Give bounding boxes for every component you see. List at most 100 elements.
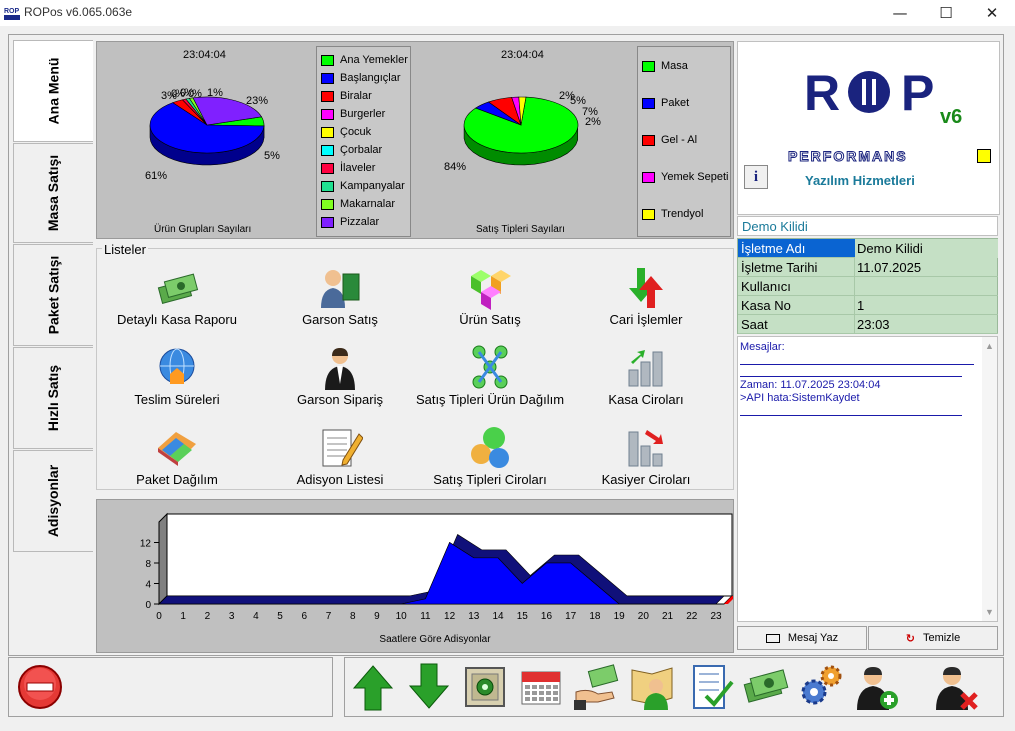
calendar-icon[interactable] <box>516 662 566 712</box>
tab-paket-satisi[interactable]: Paket Satışı <box>13 244 93 346</box>
report-notepad[interactable]: Adisyon Listesi <box>255 424 425 487</box>
safe-icon[interactable] <box>460 662 510 712</box>
legend-label: Ana Yemekler <box>340 54 408 66</box>
write-message-button[interactable]: Mesaj Yaz <box>737 626 867 650</box>
x-tick-label: 7 <box>326 611 332 622</box>
legend-swatch <box>321 108 334 120</box>
report-molecule[interactable]: Satış Tipleri Ürün Dağılım <box>405 344 575 407</box>
product-groups-legend: Ana Yemekler Başlangıçlar Biralar Burgerler… <box>316 46 411 237</box>
x-tick-label: 5 <box>277 611 283 622</box>
legend-swatch <box>321 198 334 210</box>
legend-item: Kampanyalar <box>321 180 405 192</box>
info-row-date[interactable]: İşletme Tarihi 11.07.2025 <box>738 258 998 277</box>
legend-item: Yemek Sepeti <box>642 171 728 183</box>
legend-swatch <box>321 216 334 228</box>
svg-text:ROP: ROP <box>4 8 20 15</box>
x-tick-label: 20 <box>638 611 650 622</box>
remove-user-icon[interactable] <box>932 662 982 712</box>
window-title: ROPos v6.065.063e <box>24 5 133 19</box>
minimize-icon[interactable]: — <box>877 0 923 26</box>
settings-gears-icon[interactable] <box>796 662 846 712</box>
bar-chart-arrow-icon <box>628 430 663 467</box>
report-label: Teslim Süreleri <box>134 392 220 407</box>
report-label: Garson Satış <box>302 312 378 327</box>
scroll-up-icon[interactable]: ▲ <box>985 341 994 351</box>
tab-adisyonlar[interactable]: Adisyonlar <box>13 450 93 552</box>
tab-masa-satisi[interactable]: Masa Satışı <box>13 143 93 243</box>
pie2-label: 84% <box>444 161 467 173</box>
legend-label: Masa <box>661 60 688 72</box>
scroll-down-icon[interactable]: ▼ <box>985 607 994 617</box>
report-cubes[interactable]: Ürün Satış <box>405 264 575 327</box>
info-button[interactable]: i <box>744 165 768 189</box>
report-label: Kasa Ciroları <box>608 392 684 407</box>
bar-chart-icon <box>628 350 663 387</box>
report-package[interactable]: Paket Dağılım <box>92 424 262 487</box>
report-waiter-book[interactable]: Garson Satış <box>255 264 425 327</box>
hourly-receipts-chart: 048120 1 2 3 4 5 6 7 8 9 10 11 12 13 14 15 16 17 18 19 20 21 2… <box>140 512 736 645</box>
add-user-icon[interactable] <box>853 662 903 712</box>
legend-label: Gel - Al <box>661 134 698 146</box>
legend-swatch <box>642 60 655 72</box>
legend-item: Burgerler <box>321 108 385 120</box>
report-bar-chart-arrow[interactable]: Kasiyer Ciroları <box>561 424 731 487</box>
legend-item: Pizzalar <box>321 216 379 228</box>
report-arrows-exchange[interactable]: Cari İşlemler <box>561 264 731 327</box>
molecule-icon <box>472 345 508 389</box>
close-icon[interactable]: ✕ <box>969 0 1015 26</box>
customer-book-icon[interactable] <box>628 662 678 712</box>
chart-title: Saatlere Göre Adisyonlar <box>379 634 491 645</box>
legend-swatch <box>642 171 655 183</box>
reports-group-title: Listeler <box>102 242 148 257</box>
report-bar-chart[interactable]: Kasa Ciroları <box>561 344 731 407</box>
y-tick-label: 0 <box>145 600 151 611</box>
report-globe-delivery[interactable]: Teslim Süreleri <box>92 344 262 407</box>
payment-icon[interactable] <box>572 662 622 712</box>
x-tick-label: 2 <box>205 611 211 622</box>
notepad-icon <box>322 429 363 467</box>
messages-box[interactable]: Mesajlar: Zaman: 11.07.2025 23:04:04 >AP… <box>737 336 998 622</box>
money-stack-icon <box>157 273 199 304</box>
legend-label: Trendyol <box>661 208 704 220</box>
x-tick-label: 19 <box>614 611 626 622</box>
legend-item: Ana Yemekler <box>321 54 408 66</box>
cubes-icon <box>471 270 511 310</box>
legend-label: İlaveler <box>340 162 376 174</box>
envelope-icon <box>765 633 780 643</box>
y-tick-label: 4 <box>145 580 151 591</box>
legend-item: İlaveler <box>321 162 375 174</box>
legend-item: Çocuk <box>321 126 371 138</box>
x-tick-label: 1 <box>180 611 186 622</box>
waiter-icon <box>325 348 355 390</box>
brand-logo-area: R P v6 PERFORMANS Yazılım Hizmetleri i <box>737 41 1000 215</box>
info-row-user[interactable]: Kullanıcı <box>738 277 998 296</box>
y-tick-label: 12 <box>140 539 152 550</box>
money-icon[interactable] <box>742 662 792 712</box>
checklist-icon[interactable] <box>686 662 736 712</box>
x-tick-label: 16 <box>541 611 553 622</box>
pie1-label: 23% <box>246 95 269 107</box>
report-waiter[interactable]: Garson Sipariş <box>255 344 425 407</box>
info-row-register[interactable]: Kasa No 1 <box>738 296 998 315</box>
arrow-up-icon[interactable] <box>348 662 398 712</box>
exit-icon[interactable] <box>17 664 63 710</box>
globe-delivery-icon <box>159 348 195 384</box>
info-row-name[interactable]: İşletme Adı Demo Kilidi <box>738 239 998 258</box>
report-money-stack[interactable]: Detaylı Kasa Raporu <box>92 264 262 327</box>
legend-item: Gel - Al <box>642 134 697 146</box>
report-bubbles[interactable]: Satış Tipleri Ciroları <box>405 424 575 487</box>
info-row-time[interactable]: Saat 23:03 <box>738 315 998 334</box>
toolbar-left <box>8 657 333 717</box>
report-label: Ürün Satış <box>459 312 521 327</box>
maximize-icon[interactable]: ☐ <box>923 0 969 26</box>
arrow-down-icon[interactable] <box>404 662 454 712</box>
tab-hizli-satis[interactable]: Hızlı Satış <box>13 347 93 449</box>
report-label: Detaylı Kasa Raporu <box>117 312 237 327</box>
legend-swatch <box>321 144 334 156</box>
legend-swatch <box>321 162 334 174</box>
x-tick-label: 21 <box>662 611 674 622</box>
clear-messages-button[interactable]: ↻ Temizle <box>868 626 998 650</box>
tab-ana-menu[interactable]: Ana Menü <box>13 40 93 142</box>
messages-scrollbar[interactable]: ▲ ▼ <box>982 337 997 621</box>
license-header: Demo Kilidi <box>737 216 998 236</box>
